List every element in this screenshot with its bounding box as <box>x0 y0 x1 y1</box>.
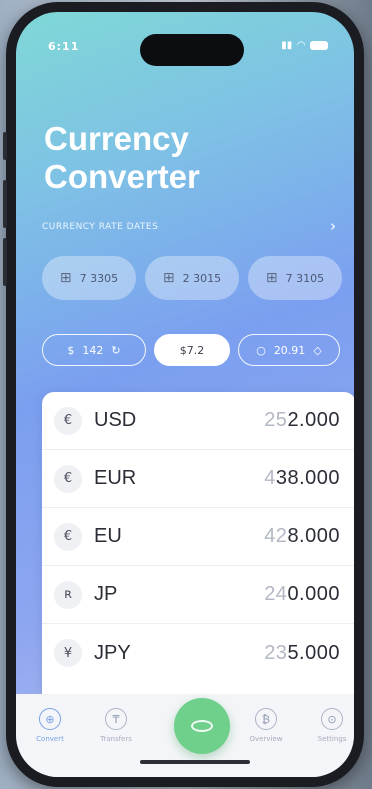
tab-total[interactable]: ○ 20.91 ◇ <box>238 334 340 366</box>
currency-icon: ʀ <box>54 580 82 609</box>
settings-icon: ⊙ <box>321 708 343 730</box>
circle-icon: ○ <box>256 343 266 357</box>
overview-icon: ₿ <box>255 708 277 730</box>
amount-prefix: 25 <box>264 409 288 431</box>
currency-code: JP <box>94 583 118 605</box>
title-line: Converter <box>44 158 200 195</box>
chevron-right-icon[interactable]: › <box>330 217 336 235</box>
rate-chip[interactable]: ⊞ 2 3015 <box>145 256 239 300</box>
currency-amount: 428.000 <box>264 525 340 548</box>
side-button <box>3 180 7 228</box>
currency-code: JPY <box>94 641 131 664</box>
list-item[interactable]: € EUR 438.000 <box>42 450 354 508</box>
title-line: Currency <box>44 120 189 157</box>
swap-icon <box>191 720 213 732</box>
currency-icon: € <box>54 522 82 551</box>
currency-amount: 252.000 <box>264 409 340 432</box>
tab-label: 142 <box>82 343 104 357</box>
rate-icon: ⊞ <box>59 270 72 286</box>
dynamic-island <box>140 34 244 66</box>
amount-value: 8.000 <box>287 525 340 547</box>
rate-value: 7 3305 <box>79 271 119 285</box>
nav-transfers[interactable]: ₸ Transfers <box>88 708 144 743</box>
wifi-icon: ◠ <box>297 40 305 51</box>
rate-chip[interactable]: ⊞ 7 3305 <box>42 256 136 300</box>
battery-icon <box>310 41 328 50</box>
nav-label: Convert <box>36 735 64 743</box>
amount-prefix: 4 <box>264 467 276 489</box>
nav-convert[interactable]: ⊕ Convert <box>22 708 78 743</box>
list-item[interactable]: € USD 252.000 <box>42 392 354 450</box>
amount-prefix: 23 <box>264 641 288 664</box>
nav-label: Overview <box>249 735 283 743</box>
tab-rate[interactable]: $7.2 <box>154 334 230 366</box>
currency-list: € USD 252.000 € EUR 438.000 € EU 428.000… <box>42 392 354 704</box>
rate-value: 7 3105 <box>285 271 325 285</box>
side-button <box>3 238 7 286</box>
phone-frame: 6:11 ▮▮ ◠ Currency Converter CURRENCY RA… <box>3 2 364 787</box>
transfer-icon: ₸ <box>105 708 127 730</box>
amount-value: 2.000 <box>287 409 340 431</box>
rates-subtitle: CURRENCY RATE DATES <box>42 222 159 232</box>
list-item[interactable]: ʀ JP 240.000 <box>42 566 354 624</box>
list-item[interactable]: ¥ JPY 235.000 <box>42 624 354 682</box>
dollar-icon: $ <box>67 343 75 357</box>
refresh-icon: ↻ <box>111 343 121 357</box>
currency-amount: 438.000 <box>264 467 340 490</box>
nav-overview[interactable]: ₿ Overview <box>238 708 294 743</box>
amount-value: 5.000 <box>287 641 340 664</box>
app-screen: 6:11 ▮▮ ◠ Currency Converter CURRENCY RA… <box>16 12 354 777</box>
status-bar: 6:11 ▮▮ ◠ <box>16 12 354 68</box>
currency-code: USD <box>94 409 137 431</box>
currency-amount: 235.000 <box>264 642 340 665</box>
rate-chips: ⊞ 7 3305 ⊞ 2 3015 ⊞ 7 3105 <box>42 256 342 300</box>
rate-icon: ⊞ <box>265 270 278 286</box>
rate-value: 2 3015 <box>182 271 222 285</box>
page-title: Currency Converter <box>44 120 304 196</box>
filter-tabs: $ 142 ↻ $7.2 ○ 20.91 ◇ <box>42 334 354 366</box>
amount-value: 0.000 <box>287 583 340 605</box>
system-icons: ▮▮ ◠ <box>281 40 328 51</box>
home-indicator <box>140 760 250 764</box>
nav-label: Transfers <box>100 735 132 743</box>
currency-amount: 240.000 <box>264 583 340 606</box>
currency-code: EU <box>94 525 122 547</box>
tab-label: 20.91 <box>273 343 306 357</box>
nav-label: Settings <box>317 735 347 743</box>
tab-amount[interactable]: $ 142 ↻ <box>42 334 146 366</box>
currency-icon: € <box>54 464 82 493</box>
currency-code: EUR <box>94 467 137 489</box>
status-time: 6:11 <box>48 40 80 53</box>
signal-icon: ▮▮ <box>281 40 293 51</box>
amount-prefix: 24 <box>264 583 288 605</box>
amount-prefix: 42 <box>264 525 288 547</box>
currency-icon: € <box>54 406 82 435</box>
convert-fab-button[interactable] <box>174 698 230 754</box>
diamond-icon: ◇ <box>313 343 322 357</box>
currency-icon: ¥ <box>54 639 82 667</box>
list-item[interactable]: € EU 428.000 <box>42 508 354 566</box>
tab-label: $7.2 <box>179 343 205 357</box>
nav-settings[interactable]: ⊙ Settings <box>304 708 354 743</box>
side-button <box>3 132 7 160</box>
convert-icon: ⊕ <box>39 708 61 730</box>
rate-chip[interactable]: ⊞ 7 3105 <box>248 256 342 300</box>
amount-value: 38.000 <box>275 467 340 489</box>
rate-icon: ⊞ <box>162 270 175 286</box>
